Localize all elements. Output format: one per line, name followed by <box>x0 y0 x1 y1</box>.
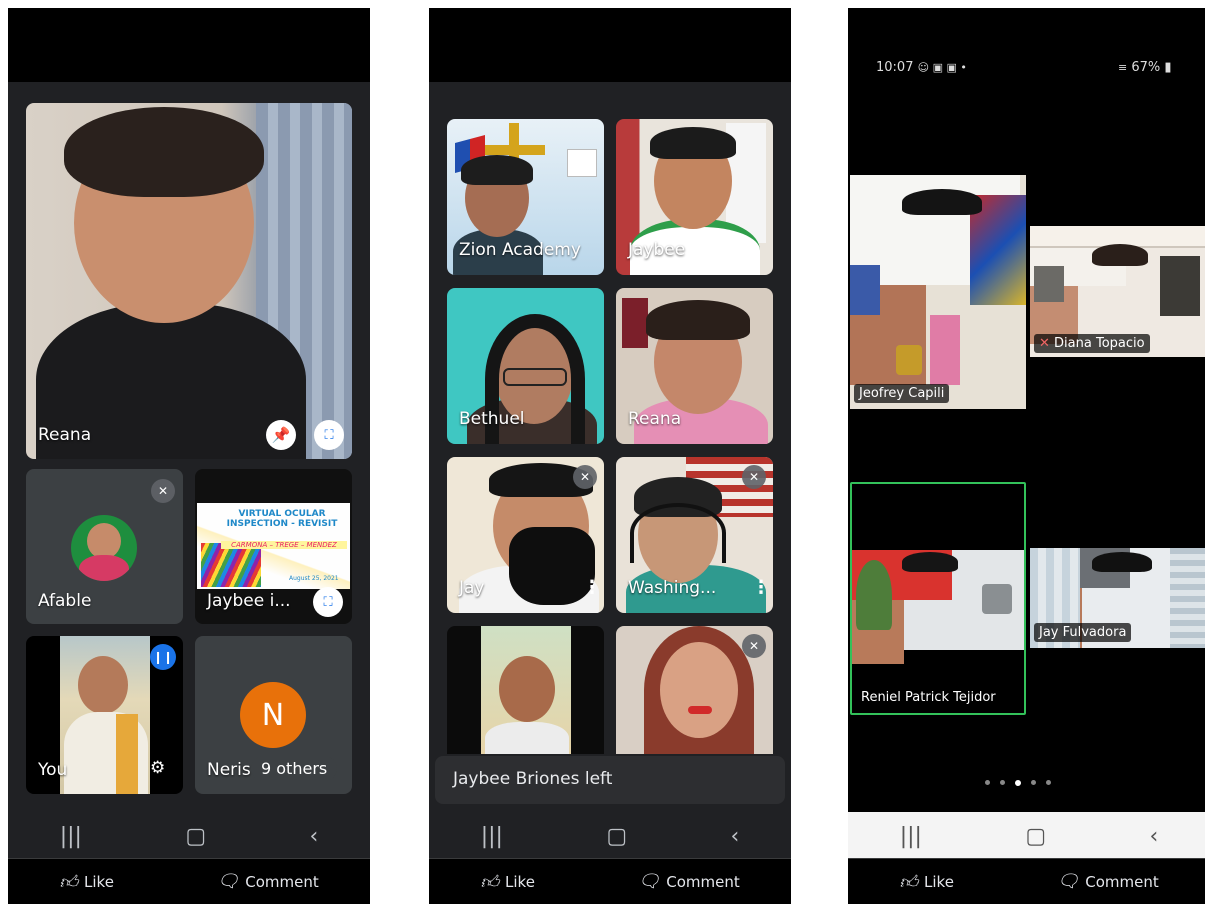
participant-tile-presentation[interactable]: VIRTUAL OCULAR INSPECTION - REVISIT CARM… <box>195 469 352 624</box>
participant-tile-jay[interactable]: ✕ Jay ⋮ <box>447 457 604 613</box>
more-options-icon[interactable]: ⋮ <box>752 577 770 598</box>
others-count-badge[interactable]: 9 others <box>251 756 338 781</box>
participant-name: Reniel Patrick Tejidor <box>861 690 996 705</box>
home-icon[interactable]: ▢ <box>185 824 206 849</box>
more-options-icon[interactable]: ⋮ <box>583 577 601 598</box>
thumbs-up-icon: 👍︎ <box>480 871 500 893</box>
participant-name: Neris <box>207 760 251 780</box>
comment-button[interactable]: 🗨 Comment <box>637 871 739 892</box>
main-speaker-tile[interactable]: Reana 📌 ⛶ <box>26 103 352 459</box>
mic-off-icon: ✕ <box>742 634 766 658</box>
participant-tile-row4-left[interactable] <box>447 626 604 754</box>
recent-apps-icon[interactable]: ||| <box>481 824 503 849</box>
participant-name: Jay <box>459 578 485 598</box>
participant-name: Jeofrey Capili <box>854 384 950 403</box>
participant-name: Zion Academy <box>459 240 581 260</box>
participant-tile-zion[interactable]: Zion Academy <box>447 119 604 275</box>
fullscreen-icon[interactable]: ⛶ <box>313 587 343 617</box>
slide-date: August 25, 2021 <box>289 575 339 582</box>
meet-screen-2: Zion Academy Jaybee Bethuel Reana ✕ Jay … <box>429 8 791 904</box>
thumbs-up-icon: 👍︎ <box>59 871 79 893</box>
video-tile-reniel[interactable]: Reniel Patrick Tejidor <box>850 482 1026 715</box>
participant-name: Reana <box>628 409 682 429</box>
comment-icon: 🗨 <box>216 871 240 892</box>
battery-icon: ▮ <box>1164 60 1172 75</box>
facebook-action-bar: 👍︎ Like 🗨 Comment <box>8 858 370 904</box>
facebook-action-bar: 👍︎ Like 🗨 Comment <box>429 858 791 904</box>
presentation-slide: VIRTUAL OCULAR INSPECTION - REVISIT CARM… <box>197 503 350 589</box>
participant-tile-jaybee[interactable]: Jaybee <box>616 119 773 275</box>
comment-icon: 🗨 <box>637 871 661 892</box>
android-nav-bar: ||| ▢ ‹ <box>8 814 370 858</box>
mic-off-icon: ✕ <box>742 465 766 489</box>
slide-title: VIRTUAL OCULAR INSPECTION - REVISIT <box>226 509 338 529</box>
participant-tile-washing[interactable]: ✕ Washing... ⋮ <box>616 457 773 613</box>
mic-off-icon: ✕ <box>573 465 597 489</box>
recent-apps-icon[interactable]: ||| <box>900 824 922 849</box>
participant-tile-reana[interactable]: Reana <box>616 288 773 444</box>
participant-name: ✕ Diana Topacio <box>1034 334 1150 353</box>
like-button[interactable]: 👍︎ Like <box>899 871 954 893</box>
comment-button[interactable]: 🗨 Comment <box>1056 871 1158 892</box>
participant-name: You <box>38 760 68 780</box>
avatar: N <box>240 682 306 748</box>
participant-name: Washing... <box>628 578 717 598</box>
avatar <box>71 515 137 581</box>
participant-name: Bethuel <box>459 409 525 429</box>
meet-screen-1: Reana 📌 ⛶ ✕ Afable VIRTUAL OCULAR INSPEC… <box>8 8 370 904</box>
fullscreen-icon[interactable]: ⛶ <box>314 420 344 450</box>
video-tile-jeofrey[interactable]: Jeofrey Capili <box>850 175 1026 409</box>
participant-tile-bethuel[interactable]: Bethuel <box>447 288 604 444</box>
self-video <box>60 636 150 794</box>
participant-name: Afable <box>38 591 92 611</box>
pin-icon[interactable]: 📌 <box>266 420 296 450</box>
comment-icon: 🗨 <box>1056 871 1080 892</box>
home-icon[interactable]: ▢ <box>1025 824 1046 849</box>
facebook-action-bar: 👍︎ Like 🗨 Comment <box>848 858 1205 904</box>
status-bar <box>8 8 370 82</box>
android-nav-bar: ||| ▢ ‹ <box>429 814 791 858</box>
speaking-indicator-icon: ❙❙ <box>150 644 176 670</box>
toast-notification: Jaybee Briones left <box>435 756 785 804</box>
thumbs-up-icon: 👍︎ <box>899 871 919 893</box>
comment-button[interactable]: 🗨 Comment <box>216 871 318 892</box>
like-button[interactable]: 👍︎ Like <box>480 871 535 893</box>
participant-name: Jaybee i... <box>207 591 291 611</box>
participant-tile-row4-right[interactable]: ✕ <box>616 626 773 754</box>
person-hair <box>64 107 264 197</box>
mic-off-icon: ✕ <box>151 479 175 503</box>
participant-tile-afable[interactable]: ✕ Afable <box>26 469 183 624</box>
back-icon[interactable]: ‹ <box>1149 824 1158 849</box>
participant-name: Reana <box>38 425 92 445</box>
status-battery: ≡ 67% ▮ <box>1118 60 1172 75</box>
zoom-screen: 10:07 ☺ ▣ ▣ • ≡ 67% ▮ Jeofrey Capili ✕ D… <box>848 8 1205 904</box>
camera-switch-icon[interactable]: ⚙ <box>150 758 165 778</box>
participant-name: Jaybee <box>628 240 686 260</box>
participant-tile-self[interactable]: ❙❙ You ⚙ <box>26 636 183 794</box>
like-button[interactable]: 👍︎ Like <box>59 871 114 893</box>
back-icon[interactable]: ‹ <box>309 824 318 849</box>
mic-off-icon: ✕ <box>1039 336 1050 351</box>
signal-icon: ≡ <box>1118 61 1128 74</box>
android-nav-bar: ||| ▢ ‹ <box>848 812 1205 860</box>
back-icon[interactable]: ‹ <box>730 824 739 849</box>
page-indicator[interactable] <box>985 780 1051 786</box>
video-tile-diana[interactable]: ✕ Diana Topacio <box>1030 226 1205 357</box>
video-tile-jay[interactable]: Jay Fulvadora <box>1030 548 1205 648</box>
pencils-graphic <box>201 543 261 587</box>
slide-subtitle: CARMONA – TREGE – MENDEZ <box>221 541 347 549</box>
status-time: 10:07 ☺ ▣ ▣ • <box>876 60 967 75</box>
home-icon[interactable]: ▢ <box>606 824 627 849</box>
participant-name: Jay Fulvadora <box>1034 623 1132 642</box>
status-bar <box>429 8 791 82</box>
recent-apps-icon[interactable]: ||| <box>60 824 82 849</box>
participant-tile-others[interactable]: N Neris 9 others <box>195 636 352 794</box>
